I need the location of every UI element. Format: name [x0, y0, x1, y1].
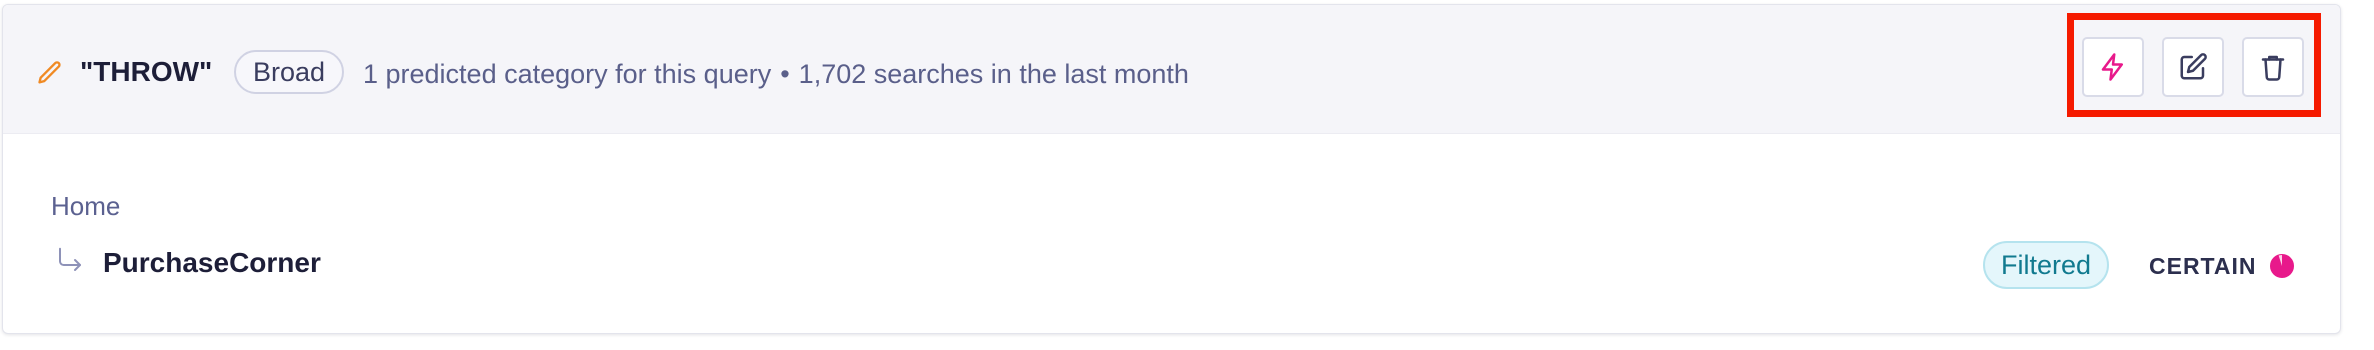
search-volume-text: 1,702 searches in the last month: [798, 59, 1189, 89]
query-term: "THROW": [80, 56, 213, 87]
pencil-icon: [38, 61, 61, 84]
status-badge: Filtered: [1983, 241, 2110, 289]
category-name: PurchaseCorner: [103, 247, 321, 278]
trash-icon: [2261, 55, 2285, 81]
rule-summary: 1 predicted category for this query • 1,70…: [363, 57, 1189, 91]
match-type-badge: Broad: [234, 50, 345, 94]
delete-button[interactable]: [2242, 37, 2304, 97]
edit-icon: [2180, 53, 2207, 80]
separator-dot: •: [780, 59, 790, 89]
rule-header: "THROW" Broad 1 predicted category for t…: [3, 5, 2340, 134]
query-rule-card: "THROW" Broad 1 predicted category for t…: [2, 4, 2341, 334]
edit-button[interactable]: [2162, 37, 2224, 97]
prediction-count-text: 1 predicted category for this query: [363, 59, 772, 89]
parent-category-link[interactable]: Home: [51, 190, 120, 222]
pie-indicator-icon: [2270, 254, 2294, 278]
arrow-return-right-icon: [59, 247, 81, 271]
confidence-label: CERTAIN: [2149, 253, 2257, 279]
lightning-bolt-icon: [2101, 53, 2123, 81]
boost-button[interactable]: [2082, 37, 2144, 97]
